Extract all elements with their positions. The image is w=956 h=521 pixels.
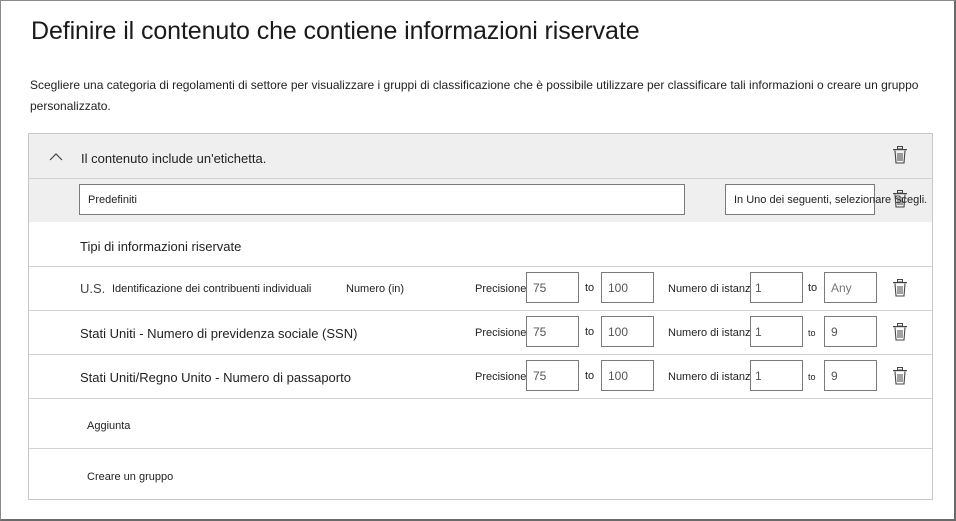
trash-icon[interactable] [892, 279, 908, 297]
row-prefix: U.S. [80, 281, 106, 296]
add-button[interactable]: Aggiunta [87, 420, 130, 432]
trash-icon[interactable] [892, 323, 908, 341]
precision-label: Precisione [475, 371, 527, 383]
min-instances-input[interactable]: 1 [750, 272, 803, 303]
max-instances-input[interactable]: Any [824, 272, 877, 303]
min-precision-input[interactable]: 75 [526, 360, 579, 391]
to-label: to [808, 328, 816, 338]
section-title: Tipi di informazioni riservate [80, 239, 242, 254]
max-instances-input[interactable]: 9 [824, 316, 877, 347]
max-precision-input[interactable]: 100 [601, 272, 654, 303]
sensitive-info-row: Stati Uniti - Numero di previdenza socia… [29, 310, 932, 354]
chevron-up-icon[interactable] [49, 150, 63, 164]
create-group-button[interactable]: Creare un gruppo [87, 471, 173, 483]
operator-select[interactable]: In Uno dei seguenti, selezionare Scegli. [725, 184, 927, 215]
condition-panel: Il contenuto include un'etichetta. Prede… [28, 133, 933, 500]
to-label: to [808, 372, 816, 382]
instances-label: Numero di istanze [668, 283, 757, 295]
page-description: Scegliere una categoria di regolamenti d… [30, 78, 919, 113]
max-instances-input[interactable]: 9 [824, 360, 877, 391]
to-label: to [808, 282, 818, 294]
min-instances-input[interactable]: 1 [750, 360, 803, 391]
precision-label: Precisione [475, 283, 527, 295]
max-precision-input[interactable]: 100 [601, 316, 654, 347]
instances-label: Numero di istanze [668, 327, 757, 339]
row-name: Stati Uniti - Numero di previdenza socia… [80, 326, 358, 341]
trash-icon[interactable] [892, 146, 908, 164]
to-label: to [585, 326, 595, 338]
precision-label: Precisione [475, 327, 527, 339]
divider [29, 398, 932, 399]
condition-label: Il contenuto include un'etichetta. [81, 151, 267, 166]
instances-label: Numero di istanze [668, 371, 757, 383]
row-name: Identificazione dei contribuenti individ… [112, 283, 312, 295]
min-precision-input[interactable]: 75 [526, 316, 579, 347]
min-precision-input[interactable]: 75 [526, 272, 579, 303]
trash-icon[interactable] [892, 190, 908, 208]
divider [29, 178, 932, 179]
condition-header: Il contenuto include un'etichetta. Prede… [29, 134, 932, 222]
row-suffix: Numero (in) [346, 283, 405, 295]
trash-icon[interactable] [892, 367, 908, 385]
to-label: to [585, 282, 595, 294]
max-precision-input[interactable]: 100 [601, 360, 654, 391]
page-title: Definire il contenuto che contiene infor… [31, 17, 640, 45]
row-name: Stati Uniti/Regno Unito - Numero di pass… [80, 370, 351, 385]
to-label: to [585, 370, 595, 382]
sensitive-info-row: U.S. Identificazione dei contribuenti in… [29, 266, 932, 310]
sensitive-info-row: Stati Uniti/Regno Unito - Numero di pass… [29, 354, 932, 398]
group-name-field[interactable]: Predefiniti [79, 184, 685, 215]
min-instances-input[interactable]: 1 [750, 316, 803, 347]
divider [29, 448, 932, 449]
